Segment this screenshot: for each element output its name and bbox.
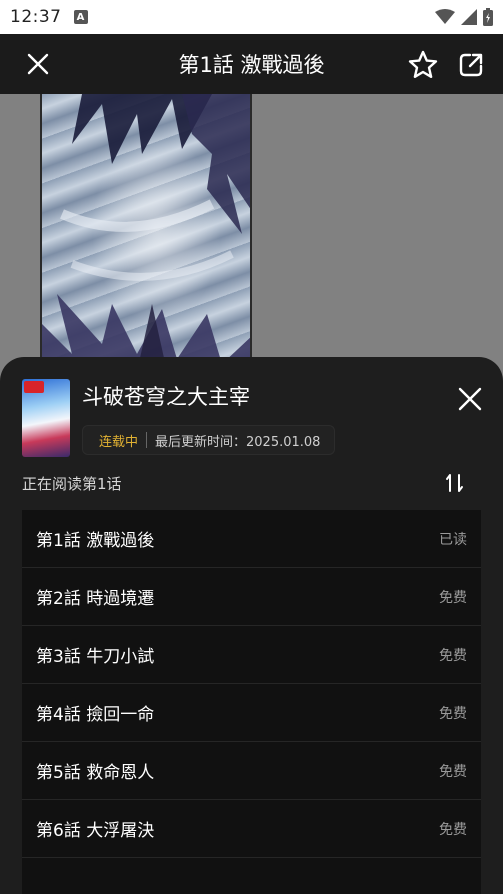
- chapter-free-badge: 免费: [439, 589, 467, 606]
- share-button[interactable]: [452, 46, 490, 84]
- sort-icon: [446, 474, 463, 492]
- comic-page-image: [40, 94, 252, 394]
- signal-icon: [461, 9, 477, 25]
- chapter-item[interactable]: 第3話 牛刀小試 免费: [22, 626, 481, 684]
- chapter-item[interactable]: 第6話 大浮屠決 免费: [22, 800, 481, 858]
- share-external-icon: [459, 53, 483, 77]
- chapter-item[interactable]: 第4話 撿回一命 免费: [22, 684, 481, 742]
- reading-progress-label: 正在阅读第1话: [22, 475, 122, 493]
- favorite-button[interactable]: [404, 46, 442, 84]
- status-icons: [435, 8, 493, 26]
- comic-cover-image[interactable]: [22, 379, 70, 457]
- wifi-icon: [435, 9, 455, 24]
- close-reader-button[interactable]: [20, 46, 56, 82]
- comic-meta-chip: 连载中 最后更新时间：2025.01.08: [82, 425, 336, 455]
- chapter-free-badge: 免费: [439, 647, 467, 664]
- chapter-item-partial[interactable]: [22, 858, 481, 894]
- close-icon: [27, 53, 49, 75]
- top-app-bar: 第1話 激戰過後: [0, 34, 503, 94]
- chapter-free-badge: 免费: [439, 705, 467, 722]
- chapter-name: 第2話 時過境遷: [36, 589, 155, 609]
- chapter-item[interactable]: 第1話 激戰過後 已读: [22, 510, 481, 568]
- sort-order-button[interactable]: [440, 467, 472, 499]
- chapter-read-status: 已读: [439, 531, 467, 548]
- chapter-name: 第5話 救命恩人: [36, 763, 155, 783]
- comic-artwork: [42, 94, 250, 394]
- divider: [146, 432, 148, 448]
- last-update-text: 最后更新时间：2025.01.08: [155, 434, 321, 450]
- chapter-bottom-sheet: 斗破苍穹之大主宰 连载中 最后更新时间：2025.01.08 正在阅读第1话 第…: [0, 357, 503, 894]
- chapter-free-badge: 免费: [439, 763, 467, 780]
- serial-status-badge: 连载中: [99, 434, 139, 450]
- chapter-free-badge: 免费: [439, 821, 467, 838]
- star-outline-icon: [408, 50, 438, 78]
- chapter-name: 第1話 激戰過後: [36, 531, 155, 551]
- chapter-name: 第4話 撿回一命: [36, 705, 155, 725]
- chapter-name: 第6話 大浮屠決: [36, 821, 155, 841]
- chapter-item[interactable]: 第2話 時過境遷 免费: [22, 568, 481, 626]
- battery-icon: [483, 8, 493, 26]
- chapter-list[interactable]: 第1話 激戰過後 已读 第2話 時過境遷 免费 第3話 牛刀小試 免费 第4話 …: [22, 510, 481, 894]
- close-sheet-button[interactable]: [452, 381, 488, 417]
- status-bar: 12:37 A: [0, 0, 503, 34]
- notification-icon: A: [73, 10, 88, 24]
- cover-badge: [24, 381, 44, 393]
- comic-title: 斗破苍穹之大主宰: [82, 385, 250, 409]
- chapter-item[interactable]: 第5話 救命恩人 免费: [22, 742, 481, 800]
- close-icon: [458, 387, 482, 411]
- status-time: 12:37: [10, 7, 62, 27]
- chapter-name: 第3話 牛刀小試: [36, 647, 155, 667]
